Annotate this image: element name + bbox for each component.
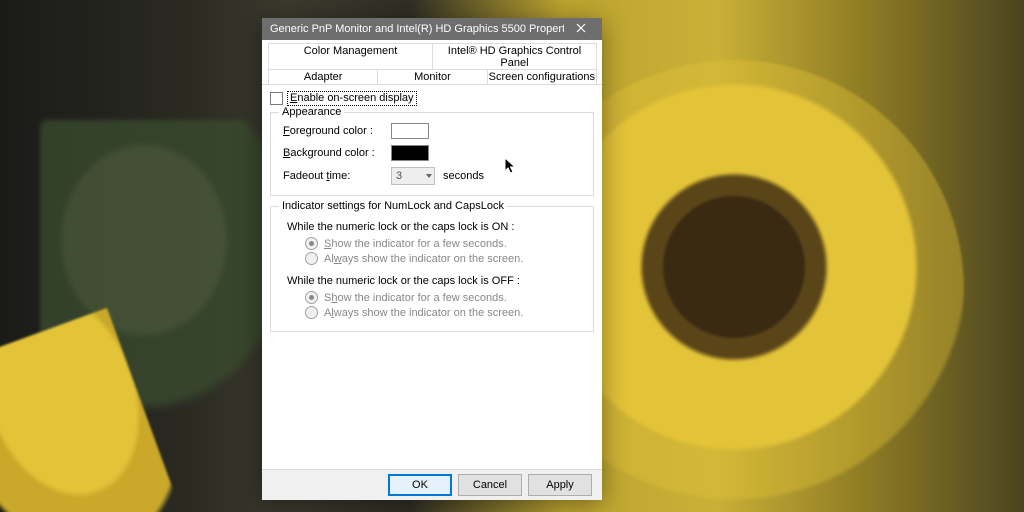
indicator-off-label: While the numeric lock or the caps lock … — [287, 275, 583, 287]
foreground-swatch[interactable] — [391, 123, 429, 139]
fadeout-value: 3 — [396, 170, 402, 182]
fadeout-label: Fadeout time: — [283, 170, 383, 182]
close-icon — [576, 23, 586, 36]
ok-button[interactable]: OK — [388, 474, 452, 496]
tab-body: Enable on-screen display Appearance Fore… — [262, 85, 602, 332]
close-button[interactable] — [564, 18, 598, 40]
appearance-legend: Appearance — [279, 106, 344, 118]
off-opt-few[interactable]: Show the indicator for a few seconds. — [305, 291, 583, 304]
tab-screen-configurations[interactable]: Screen configurations — [487, 69, 597, 84]
tab-intel-graphics[interactable]: Intel® HD Graphics Control Panel — [432, 43, 597, 70]
apply-button[interactable]: Apply — [528, 474, 592, 496]
radio-icon — [305, 252, 318, 265]
desktop-wallpaper: Generic PnP Monitor and Intel(R) HD Grap… — [0, 0, 1024, 512]
indicator-on-label: While the numeric lock or the caps lock … — [287, 221, 583, 233]
radio-icon — [305, 237, 318, 250]
enable-osd-label[interactable]: Enable on-screen display — [287, 91, 417, 106]
fadeout-combo[interactable]: 3 — [391, 167, 435, 185]
window-title: Generic PnP Monitor and Intel(R) HD Grap… — [270, 23, 564, 35]
tab-color-management[interactable]: Color Management — [268, 43, 433, 70]
properties-dialog: Generic PnP Monitor and Intel(R) HD Grap… — [262, 18, 602, 500]
appearance-group: Appearance Foreground color : Background… — [270, 112, 594, 196]
enable-osd-checkbox[interactable] — [270, 92, 283, 105]
foreground-label: Foreground color : — [283, 125, 383, 137]
background-swatch[interactable] — [391, 145, 429, 161]
indicator-group: Indicator settings for NumLock and CapsL… — [270, 206, 594, 332]
fadeout-unit: seconds — [443, 170, 484, 182]
enable-osd-row: Enable on-screen display — [270, 91, 594, 106]
background-label: Background color : — [283, 147, 383, 159]
dialog-footer: OK Cancel Apply — [262, 469, 602, 500]
titlebar[interactable]: Generic PnP Monitor and Intel(R) HD Grap… — [262, 18, 602, 40]
radio-icon — [305, 291, 318, 304]
off-opt-always[interactable]: Always show the indicator on the screen. — [305, 306, 583, 319]
tab-monitor[interactable]: Monitor — [377, 69, 487, 84]
indicator-legend: Indicator settings for NumLock and CapsL… — [279, 200, 507, 212]
cancel-button[interactable]: Cancel — [458, 474, 522, 496]
tab-strip: Color Management Intel® HD Graphics Cont… — [262, 40, 602, 85]
tab-adapter[interactable]: Adapter — [268, 69, 378, 84]
on-opt-few[interactable]: Show the indicator for a few seconds. — [305, 237, 583, 250]
on-opt-always[interactable]: Always show the indicator on the screen. — [305, 252, 583, 265]
radio-icon — [305, 306, 318, 319]
chevron-down-icon — [426, 174, 432, 178]
